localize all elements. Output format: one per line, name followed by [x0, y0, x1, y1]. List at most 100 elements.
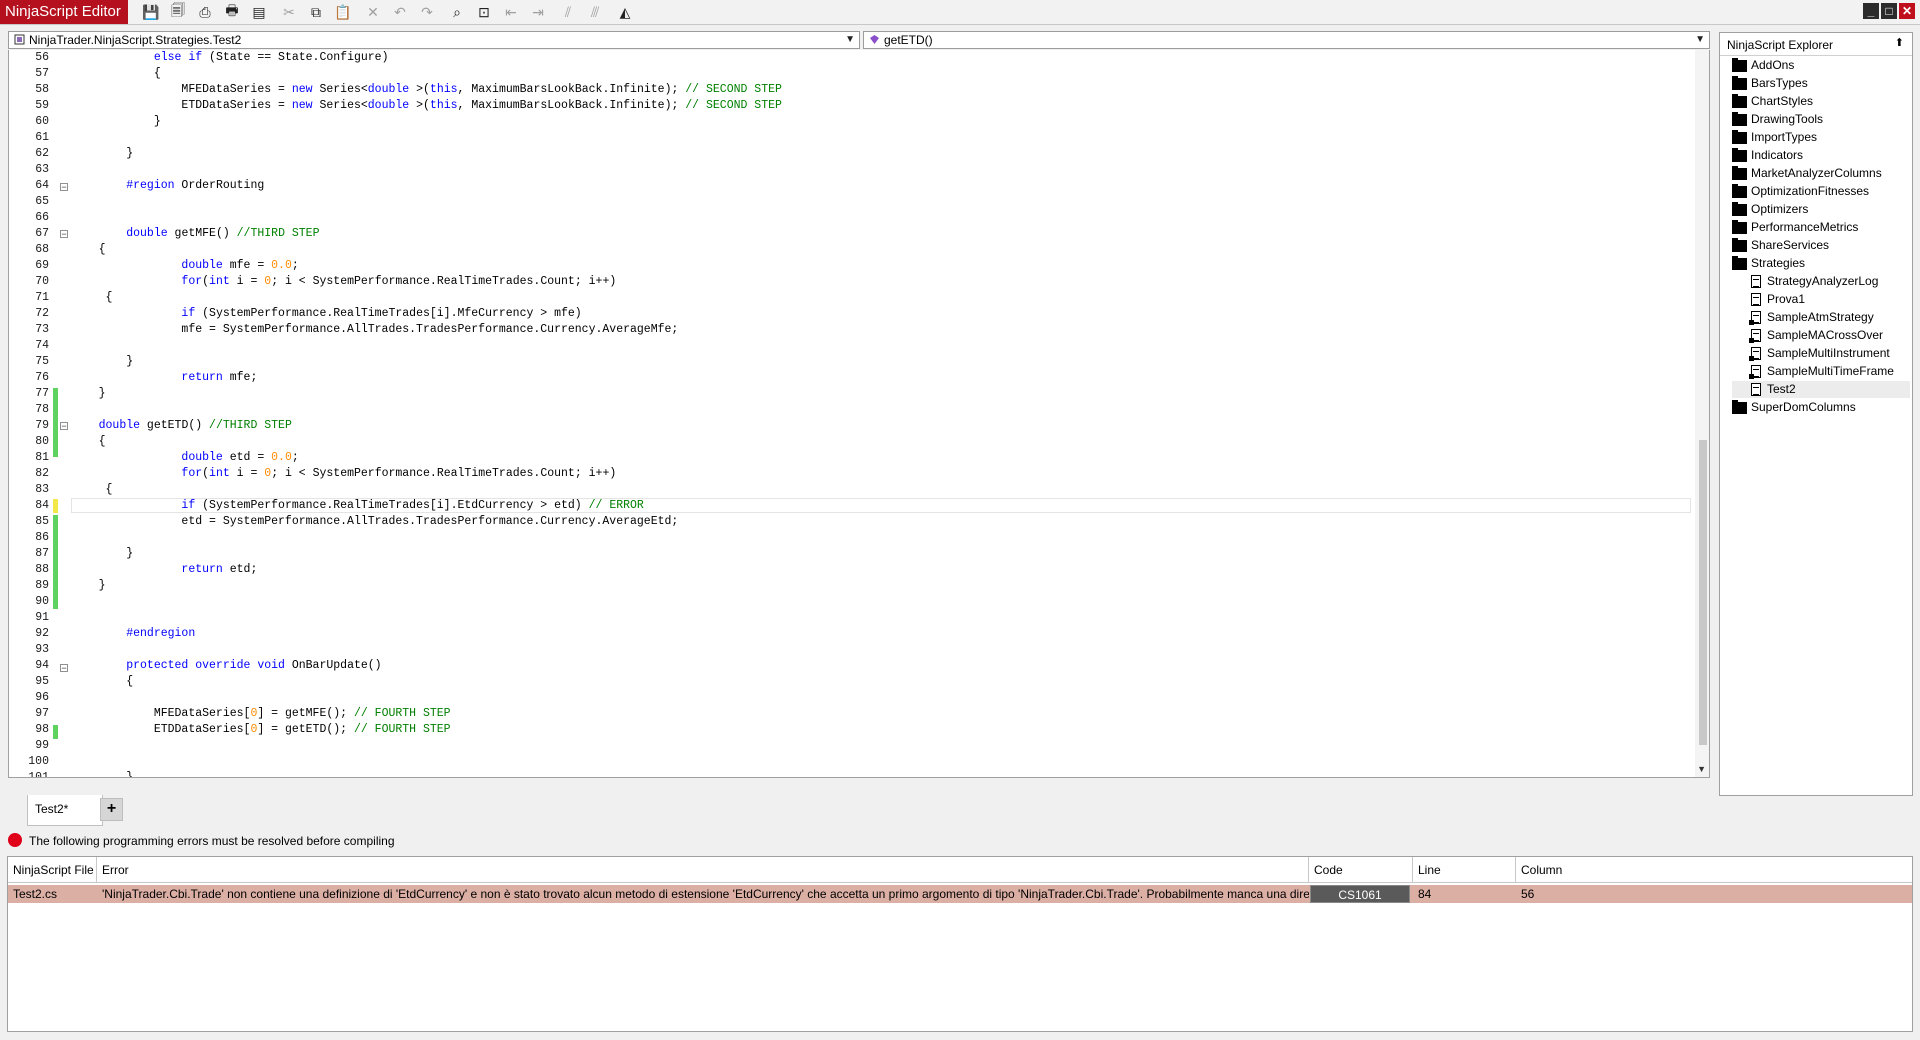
tree-item-sampleatmstrategy[interactable]: SampleAtmStrategy	[1732, 309, 1910, 326]
code-line[interactable]: 70 for(int i = 0; i < SystemPerformance.…	[9, 274, 1689, 290]
code-line[interactable]: 64 #region OrderRouting	[9, 178, 1689, 194]
code-line[interactable]: 72 if (SystemPerformance.RealTimeTrades[…	[9, 306, 1689, 322]
code-editor[interactable]: 56 else if (State == State.Configure) 57 …	[8, 50, 1710, 778]
code-line[interactable]: 58 MFEDataSeries = new Series<double >(t…	[9, 82, 1689, 98]
pin-icon[interactable]: ⬆	[1895, 36, 1904, 49]
code-line[interactable]: 69 double mfe = 0.0;	[9, 258, 1689, 274]
tree-folder-indicators[interactable]: Indicators	[1732, 147, 1910, 164]
undo-icon[interactable]: ↶	[391, 3, 409, 21]
code-line[interactable]: 95 {	[9, 674, 1689, 690]
code-line[interactable]: 71 {	[9, 290, 1689, 306]
column-header-code[interactable]: Code	[1309, 857, 1413, 883]
code-line[interactable]: 66	[9, 210, 1689, 226]
tree-folder-performancemetrics[interactable]: PerformanceMetrics	[1732, 219, 1910, 236]
member-selector[interactable]: getETD() ▼	[863, 31, 1710, 49]
class-selector[interactable]: NinjaTrader.NinjaScript.Strategies.Test2…	[8, 31, 860, 49]
code-line[interactable]: 56 else if (State == State.Configure)	[9, 50, 1689, 66]
comment-icon[interactable]: ⫽	[559, 3, 577, 21]
code-line[interactable]: 57 {	[9, 66, 1689, 82]
template-icon[interactable]: ⊡	[475, 3, 493, 21]
fold-toggle[interactable]: −	[60, 664, 68, 673]
tree-item-samplemultiinstrument[interactable]: SampleMultiInstrument	[1732, 345, 1910, 362]
close-icon[interactable]: ✕	[1899, 3, 1915, 19]
code-line[interactable]: 62 }	[9, 146, 1689, 162]
code-line[interactable]: 89 }	[9, 578, 1689, 594]
code-line[interactable]: 96	[9, 690, 1689, 706]
code-line[interactable]: 93	[9, 642, 1689, 658]
scroll-down-icon[interactable]: ▼	[1697, 764, 1706, 774]
tree-folder-strategies[interactable]: Strategies	[1732, 255, 1910, 272]
tree-folder-optimizers[interactable]: Optimizers	[1732, 201, 1910, 218]
code-line[interactable]: 97 MFEDataSeries[0] = getMFE(); // FOURT…	[9, 706, 1689, 722]
tree-folder-importtypes[interactable]: ImportTypes	[1732, 129, 1910, 146]
tree-folder-chartstyles[interactable]: ChartStyles	[1732, 93, 1910, 110]
paste-icon[interactable]: 📋	[334, 3, 352, 21]
delete-icon[interactable]: ✕	[364, 3, 382, 21]
code-line[interactable]: 94 protected override void OnBarUpdate()	[9, 658, 1689, 674]
print-icon[interactable]: ⎙	[196, 3, 214, 21]
column-header-line[interactable]: Line	[1413, 857, 1516, 883]
code-line[interactable]: 90	[9, 594, 1689, 610]
code-line[interactable]: 68 {	[9, 242, 1689, 258]
code-line[interactable]: 59 ETDDataSeries = new Series<double >(t…	[9, 98, 1689, 114]
tree-item-prova1[interactable]: Prova1	[1732, 291, 1910, 308]
tree-folder-addons[interactable]: AddOns	[1732, 57, 1910, 74]
code-line[interactable]: 74	[9, 338, 1689, 354]
print-preview-icon[interactable]: 🖶	[223, 2, 241, 21]
code-line[interactable]: 75 }	[9, 354, 1689, 370]
code-line[interactable]: 65	[9, 194, 1689, 210]
tree-item-test2[interactable]: Test2	[1732, 381, 1910, 398]
tree-folder-marketanalyzercolumns[interactable]: MarketAnalyzerColumns	[1732, 165, 1910, 182]
properties-icon[interactable]: ▤	[250, 3, 268, 21]
tab-test2[interactable]: Test2*	[27, 795, 103, 826]
cut-icon[interactable]: ✂	[280, 3, 298, 21]
save-icon[interactable]: 💾	[142, 3, 160, 21]
maximize-icon[interactable]: □	[1881, 3, 1897, 19]
tree-folder-shareservices[interactable]: ShareServices	[1732, 237, 1910, 254]
code-line[interactable]: 78	[9, 402, 1689, 418]
save-all-icon[interactable]: 🗐	[169, 2, 187, 21]
fold-toggle[interactable]: −	[60, 230, 68, 239]
code-line[interactable]: 77 }	[9, 386, 1689, 402]
code-line[interactable]: 100	[9, 754, 1689, 770]
tree-folder-drawingtools[interactable]: DrawingTools	[1732, 111, 1910, 128]
find-icon[interactable]: ⌕	[448, 3, 466, 21]
outdent-icon[interactable]: ⇤	[502, 3, 520, 21]
code-line[interactable]: 85 etd = SystemPerformance.AllTrades.Tra…	[9, 514, 1689, 530]
code-line[interactable]: 60 }	[9, 114, 1689, 130]
code-line[interactable]: 87 }	[9, 546, 1689, 562]
code-line[interactable]: 99	[9, 738, 1689, 754]
code-line[interactable]: 86	[9, 530, 1689, 546]
tree-item-samplemacrossover[interactable]: SampleMACrossOver	[1732, 327, 1910, 344]
tree-item-strategyanalyzerlog[interactable]: StrategyAnalyzerLog	[1732, 273, 1910, 290]
vertical-scrollbar[interactable]: ▼	[1695, 50, 1709, 777]
tree-folder-barstypes[interactable]: BarsTypes	[1732, 75, 1910, 92]
code-line[interactable]: 80 {	[9, 434, 1689, 450]
fold-toggle[interactable]: −	[60, 183, 68, 192]
code-line[interactable]: 63	[9, 162, 1689, 178]
uncomment-icon[interactable]: ⫻	[586, 3, 604, 21]
add-tab-button[interactable]: +	[100, 798, 123, 821]
column-header-column[interactable]: Column	[1516, 857, 1912, 883]
code-line[interactable]: 67 double getMFE() //THIRD STEP	[9, 226, 1689, 242]
code-line[interactable]: 84 if (SystemPerformance.RealTimeTrades[…	[9, 498, 1689, 514]
code-line[interactable]: 83 {	[9, 482, 1689, 498]
code-line[interactable]: 98 ETDDataSeries[0] = getETD(); // FOURT…	[9, 722, 1689, 738]
code-line[interactable]: 81 double etd = 0.0;	[9, 450, 1689, 466]
redo-icon[interactable]: ↷	[418, 3, 436, 21]
code-line[interactable]: 73 mfe = SystemPerformance.AllTrades.Tra…	[9, 322, 1689, 338]
code-line[interactable]: 91	[9, 610, 1689, 626]
code-line[interactable]: 101 }	[9, 770, 1689, 777]
code-line[interactable]: 82 for(int i = 0; i < SystemPerformance.…	[9, 466, 1689, 482]
visual-studio-icon[interactable]: ◭	[616, 3, 634, 21]
code-line[interactable]: 79 double getETD() //THIRD STEP	[9, 418, 1689, 434]
column-header-error[interactable]: Error	[97, 857, 1309, 883]
column-header-file[interactable]: NinjaScript File	[8, 857, 97, 883]
table-row[interactable]: Test2.cs 'NinjaTrader.Cbi.Trade' non con…	[8, 885, 1912, 903]
code-line[interactable]: 88 return etd;	[9, 562, 1689, 578]
indent-icon[interactable]: ⇥	[529, 3, 547, 21]
fold-toggle[interactable]: −	[60, 422, 68, 431]
tree-folder-superdomcolumns[interactable]: SuperDomColumns	[1732, 399, 1910, 416]
code-line[interactable]: 92 #endregion	[9, 626, 1689, 642]
tree-item-samplemultitimeframe[interactable]: SampleMultiTimeFrame	[1732, 363, 1910, 380]
